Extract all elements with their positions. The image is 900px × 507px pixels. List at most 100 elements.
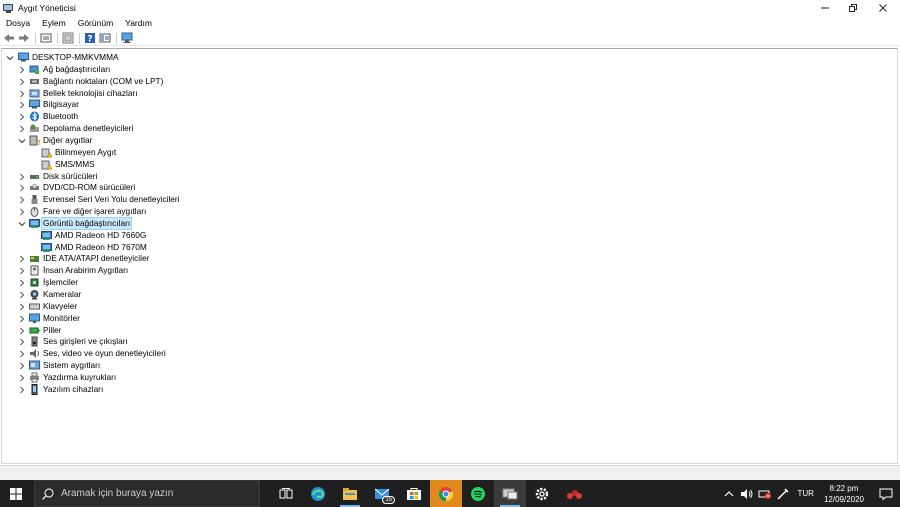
tree-category[interactable]: Bilgisayar (2, 99, 402, 111)
tree-category[interactable]: IDE ATA/ATAPI denetleyiciler (2, 253, 402, 265)
network-status-button[interactable] (756, 480, 774, 507)
chevron-right-icon[interactable] (18, 173, 26, 181)
unknown-device-icon (41, 159, 53, 170)
tree-category[interactable]: DVD/CD-ROM sürücüleri (2, 182, 402, 194)
svg-text:?: ? (37, 139, 40, 146)
settings-button[interactable] (526, 480, 558, 507)
tree-category[interactable]: Yazılım cihazları (2, 383, 402, 396)
menu-dosya[interactable]: Dosya (0, 18, 36, 28)
chevron-right-icon[interactable] (18, 386, 26, 394)
view-button[interactable] (99, 32, 111, 44)
chevron-right-icon[interactable] (18, 291, 26, 299)
tree-category[interactable]: Kameralar (2, 289, 402, 301)
menu-yardim[interactable]: Yardım (119, 18, 158, 28)
forward-button[interactable] (18, 32, 30, 44)
properties-button[interactable] (40, 32, 52, 44)
device-manager-taskbar-button[interactable] (494, 480, 526, 507)
volume-button[interactable] (738, 480, 756, 507)
chrome-button[interactable] (430, 480, 462, 507)
menu-gorunum[interactable]: Görünüm (72, 18, 119, 28)
chevron-right-icon[interactable] (18, 113, 26, 121)
title-bar[interactable]: Aygıt Yöneticisi (0, 0, 900, 16)
tree-category[interactable]: İşlemciler (2, 277, 402, 289)
chevron-down-icon[interactable] (18, 137, 26, 145)
tree-category[interactable]: Bluetooth (2, 111, 402, 123)
restore-button[interactable] (838, 0, 868, 16)
chevron-right-icon[interactable] (18, 303, 26, 311)
menu-eylem[interactable]: Eylem (36, 18, 72, 28)
chevron-right-icon[interactable] (18, 208, 26, 216)
tree-category[interactable]: Yazdırma kuyrukları (2, 372, 402, 384)
show-hidden-icons-button[interactable] (720, 480, 738, 507)
chevron-right-icon[interactable] (18, 315, 26, 323)
chevron-right-icon[interactable] (18, 184, 26, 192)
tree-node-label: Bilinmeyen Aygıt (55, 146, 117, 157)
tree-device[interactable]: AMD Radeon HD 7660G (2, 230, 402, 242)
mail-button[interactable]: 15 (366, 480, 398, 507)
chevron-right-icon[interactable] (18, 78, 26, 86)
chevron-right-icon[interactable] (18, 374, 26, 382)
display-adapter-icon (29, 218, 40, 229)
help-button[interactable]: ? (84, 32, 96, 44)
tree-node-label: Bellek teknolojisi cihazları (43, 87, 138, 98)
task-view-button[interactable] (270, 480, 302, 507)
tree-category[interactable]: Görüntü bağdaştırıcıları (2, 216, 402, 230)
tree-category[interactable]: İnsan Arabirim Aygıtları (2, 265, 402, 277)
chevron-right-icon[interactable] (18, 338, 26, 346)
minimize-button[interactable] (810, 0, 840, 16)
pen-button[interactable] (774, 480, 792, 507)
hid-icon (29, 265, 40, 276)
chevron-right-icon[interactable] (18, 350, 26, 358)
tree-category[interactable]: Depolama denetleyicileri (2, 123, 402, 135)
tree-category[interactable]: Ağ bağdaştırıcıları (2, 64, 402, 76)
taskbar-search-box[interactable]: Aramak için buraya yazın (34, 480, 260, 507)
action-center-button[interactable] (872, 480, 900, 507)
chevron-right-icon[interactable] (18, 101, 26, 109)
tree-category[interactable]: ?Diğer aygıtlar (2, 135, 402, 147)
file-explorer-button[interactable] (334, 480, 366, 507)
update-driver-button[interactable] (62, 32, 74, 44)
tree-category[interactable]: Disk sürücüleri (2, 171, 402, 183)
tree-category[interactable]: Fare ve diğer işaret aygıtları (2, 206, 402, 218)
chevron-right-icon[interactable] (18, 90, 26, 98)
back-button[interactable] (3, 32, 15, 44)
tree-category[interactable]: Bellek teknolojisi cihazları (2, 88, 402, 100)
tree-category[interactable]: Sistem aygıtları (2, 360, 402, 372)
spotify-button[interactable] (462, 480, 494, 507)
tree-device[interactable]: AMD Radeon HD 7670M (2, 242, 402, 254)
tree-category[interactable]: Bağlantı noktaları (COM ve LPT) (2, 76, 402, 88)
tree-category[interactable]: Ses girişleri ve çıkışları (2, 336, 402, 348)
paint-button[interactable] (558, 480, 590, 507)
tree-node-label: Diğer aygıtlar (43, 134, 93, 145)
language-indicator[interactable]: TUR (798, 489, 814, 498)
tree-root[interactable]: DESKTOP-MMKVMMA (2, 52, 302, 64)
start-button[interactable] (0, 480, 32, 507)
tree-device[interactable]: Bilinmeyen Aygıt (2, 147, 402, 159)
tree-category[interactable]: Ses, video ve oyun denetleyicileri (2, 348, 402, 360)
chevron-right-icon[interactable] (18, 255, 26, 263)
chevron-right-icon[interactable] (18, 362, 26, 370)
chevron-right-icon[interactable] (18, 66, 26, 74)
chevron-right-icon[interactable] (18, 125, 26, 133)
close-button[interactable] (868, 0, 898, 16)
edge-button[interactable] (302, 480, 334, 507)
chevron-down-icon[interactable] (18, 220, 26, 228)
monitor-icon (121, 32, 133, 43)
chevron-right-icon[interactable] (18, 279, 26, 287)
tree-category[interactable]: Klavyeler (2, 301, 402, 313)
tree-device[interactable]: SMS/MMS (2, 159, 402, 171)
tree-category[interactable]: Piller (2, 325, 402, 337)
chevron-right-icon[interactable] (18, 267, 26, 275)
chevron-right-icon[interactable] (18, 327, 26, 335)
tree-category[interactable]: Evrensel Seri Veri Yolu denetleyicileri (2, 194, 402, 206)
svg-text:?: ? (87, 35, 92, 45)
chevron-right-icon[interactable] (18, 196, 26, 204)
clock[interactable]: 8:22 pm 12/09/2020 (824, 483, 864, 505)
bluetooth-icon (29, 111, 40, 122)
system-devices-icon (29, 360, 40, 371)
store-button[interactable] (398, 480, 430, 507)
chevron-down-icon[interactable] (6, 54, 14, 62)
device-tree-panel[interactable]: DESKTOP-MMKVMMA Ağ bağdaştırıcıları Bağla… (1, 48, 898, 464)
tree-category[interactable]: Monitörler (2, 313, 402, 325)
scan-hardware-button[interactable] (121, 32, 133, 44)
